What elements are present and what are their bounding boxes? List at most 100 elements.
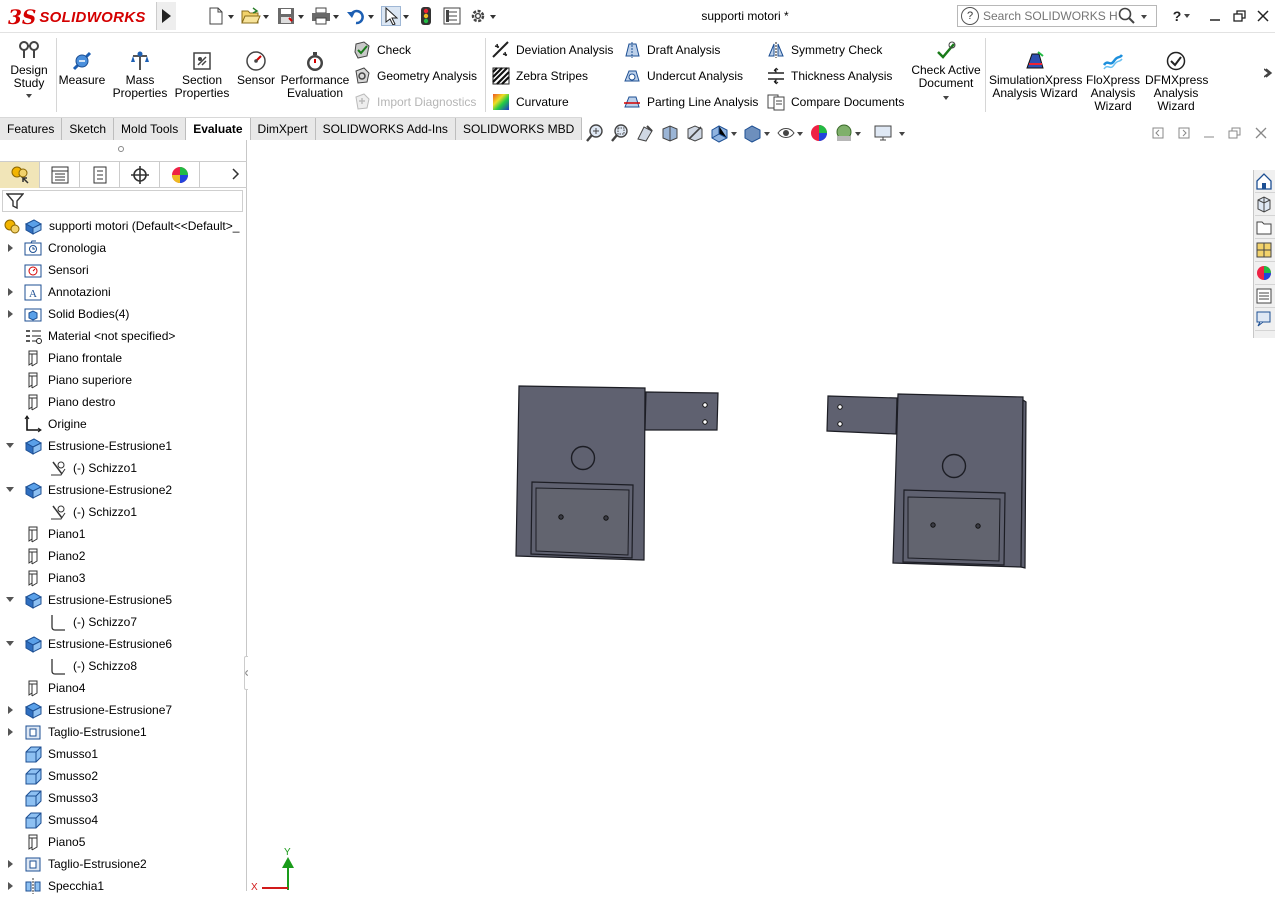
tree-item[interactable]: Piano5 bbox=[0, 831, 247, 853]
tab-mold-tools[interactable]: Mold Tools bbox=[114, 118, 187, 141]
measure-button[interactable]: Measure bbox=[58, 50, 106, 87]
view-orientation-button[interactable] bbox=[710, 123, 738, 143]
tree-item[interactable]: Material <not specified> bbox=[0, 325, 247, 347]
tab-solidworks-mbd[interactable]: SOLIDWORKS MBD bbox=[455, 118, 583, 141]
tree-item[interactable]: Piano destro bbox=[0, 391, 247, 413]
tree-item[interactable]: Estrusione-Estrusione1 bbox=[0, 435, 247, 457]
zoom-to-fit-button[interactable] bbox=[585, 123, 605, 143]
deviation-analysis-button[interactable]: Deviation Analysis bbox=[492, 40, 613, 60]
compare-documents-button[interactable]: Compare Documents bbox=[767, 92, 904, 112]
open-button[interactable] bbox=[241, 6, 261, 26]
tree-item[interactable]: Taglio-Estrusione2 bbox=[0, 853, 247, 875]
zebra-stripes-button[interactable]: Zebra Stripes bbox=[492, 66, 588, 86]
collapse-arrow-icon[interactable] bbox=[6, 595, 16, 605]
new-dropdown-arrow[interactable] bbox=[226, 6, 235, 26]
solidworks-resources-tab[interactable] bbox=[1255, 171, 1275, 193]
edit-appearance-button[interactable] bbox=[809, 123, 829, 143]
rebuild-button[interactable] bbox=[416, 6, 436, 26]
tree-item[interactable]: A Annotazioni bbox=[0, 281, 247, 303]
tab-dimxpert-manager[interactable] bbox=[120, 162, 160, 188]
zoom-to-area-button[interactable] bbox=[610, 123, 630, 143]
tree-item[interactable]: Piano3 bbox=[0, 567, 247, 589]
minimize-window-button[interactable] bbox=[1203, 6, 1227, 26]
expand-arrow-icon[interactable] bbox=[6, 881, 16, 891]
check-button[interactable]: Check bbox=[353, 40, 411, 60]
file-explorer-tab[interactable] bbox=[1255, 217, 1275, 239]
options-dropdown-arrow[interactable] bbox=[488, 6, 497, 26]
tree-root-part[interactable]: supporti motori (Default<<Default>_ bbox=[0, 215, 247, 237]
draft-analysis-button[interactable]: Draft Analysis bbox=[623, 40, 720, 60]
tree-item[interactable]: Solid Bodies(4) bbox=[0, 303, 247, 325]
viewport-close-button[interactable] bbox=[1253, 125, 1269, 141]
ribbon-overflow-arrow[interactable] bbox=[1263, 66, 1274, 80]
motor-support-left-body[interactable] bbox=[515, 385, 719, 561]
print-dropdown-arrow[interactable] bbox=[331, 6, 340, 26]
tree-item[interactable]: Origine bbox=[0, 413, 247, 435]
expand-arrow-icon[interactable] bbox=[6, 705, 16, 715]
geometry-analysis-button[interactable]: Geometry Analysis bbox=[353, 66, 477, 86]
search-icon[interactable] bbox=[1118, 7, 1136, 25]
undo-button[interactable] bbox=[346, 6, 366, 26]
appearances-tab[interactable] bbox=[1255, 263, 1275, 285]
close-window-button[interactable] bbox=[1251, 6, 1275, 26]
tree-item[interactable]: Smusso1 bbox=[0, 743, 247, 765]
select-dropdown-arrow[interactable] bbox=[401, 6, 410, 26]
tree-item[interactable]: Estrusione-Estrusione7 bbox=[0, 699, 247, 721]
tab-features[interactable]: Features bbox=[0, 118, 63, 141]
manager-tabs-scroll-arrow[interactable] bbox=[231, 167, 241, 181]
tab-display-manager[interactable] bbox=[160, 162, 200, 188]
tree-item[interactable]: Smusso2 bbox=[0, 765, 247, 787]
view-settings-button[interactable] bbox=[873, 123, 907, 143]
viewport-next-button[interactable] bbox=[1176, 125, 1192, 141]
tab-property-manager[interactable] bbox=[40, 162, 80, 188]
symmetry-check-button[interactable]: Symmetry Check bbox=[767, 40, 882, 60]
tree-item[interactable]: Estrusione-Estrusione2 bbox=[0, 479, 247, 501]
tab-solidworks-add-ins[interactable]: SOLIDWORKS Add-Ins bbox=[315, 118, 456, 141]
tree-item[interactable]: Taglio-Estrusione1 bbox=[0, 721, 247, 743]
tab-evaluate[interactable]: Evaluate bbox=[186, 118, 251, 141]
collapse-arrow-icon[interactable] bbox=[6, 441, 16, 451]
sensor-button[interactable]: Sensor bbox=[234, 50, 278, 87]
expand-arrow-icon[interactable] bbox=[6, 309, 16, 319]
collapse-arrow-icon[interactable] bbox=[6, 639, 16, 649]
save-button[interactable] bbox=[276, 6, 296, 26]
simulationxpress-button[interactable]: SimulationXpress Analysis Wizard bbox=[989, 50, 1082, 100]
section-view-button[interactable] bbox=[660, 123, 680, 143]
file-properties-button[interactable] bbox=[442, 6, 462, 26]
check-active-document-dropdown-arrow[interactable] bbox=[942, 94, 950, 102]
expand-arrow-icon[interactable] bbox=[6, 287, 16, 297]
curvature-button[interactable]: Curvature bbox=[492, 92, 569, 112]
mass-properties-button[interactable]: Mass Properties bbox=[112, 50, 168, 100]
check-active-document-button[interactable]: Check Active Document bbox=[910, 40, 982, 102]
motor-support-right-body[interactable] bbox=[826, 393, 1027, 569]
tab-configuration-manager[interactable] bbox=[80, 162, 120, 188]
dynamic-annotation-views-button[interactable] bbox=[685, 123, 705, 143]
tree-item[interactable]: Piano1 bbox=[0, 523, 247, 545]
print-button[interactable] bbox=[311, 6, 331, 26]
undercut-analysis-button[interactable]: Undercut Analysis bbox=[623, 66, 743, 86]
expand-arrow-icon[interactable] bbox=[6, 727, 16, 737]
section-properties-button[interactable]: Section Properties bbox=[173, 50, 231, 100]
select-button[interactable] bbox=[381, 6, 401, 26]
design-study-dropdown-arrow[interactable] bbox=[25, 92, 33, 100]
view-palette-tab[interactable] bbox=[1255, 240, 1275, 262]
display-style-button[interactable] bbox=[743, 123, 771, 143]
tree-item[interactable]: Smusso3 bbox=[0, 787, 247, 809]
tree-item[interactable]: (-) Schizzo8 bbox=[0, 655, 247, 677]
tree-filter-bar[interactable] bbox=[2, 190, 243, 212]
performance-evaluation-button[interactable]: Performance Evaluation bbox=[280, 50, 350, 100]
tree-item[interactable]: Smusso4 bbox=[0, 809, 247, 831]
dfmxpress-button[interactable]: DFMXpress Analysis Wizard bbox=[1145, 50, 1208, 113]
custom-properties-tab[interactable] bbox=[1255, 286, 1275, 308]
tree-item[interactable]: Cronologia bbox=[0, 237, 247, 259]
tab-feature-manager[interactable] bbox=[0, 162, 40, 188]
open-dropdown-arrow[interactable] bbox=[261, 6, 270, 26]
viewport-restore-button[interactable] bbox=[1227, 125, 1243, 141]
graphics-area[interactable]: Y X bbox=[248, 140, 1253, 891]
tab-sketch[interactable]: Sketch bbox=[62, 118, 115, 141]
floxpress-button[interactable]: FloXpress Analysis Wizard bbox=[1085, 50, 1141, 113]
tree-item[interactable]: Estrusione-Estrusione5 bbox=[0, 589, 247, 611]
tree-item[interactable]: (-) Schizzo7 bbox=[0, 611, 247, 633]
expand-arrow-icon[interactable] bbox=[6, 243, 16, 253]
collapse-arrow-icon[interactable] bbox=[6, 485, 16, 495]
